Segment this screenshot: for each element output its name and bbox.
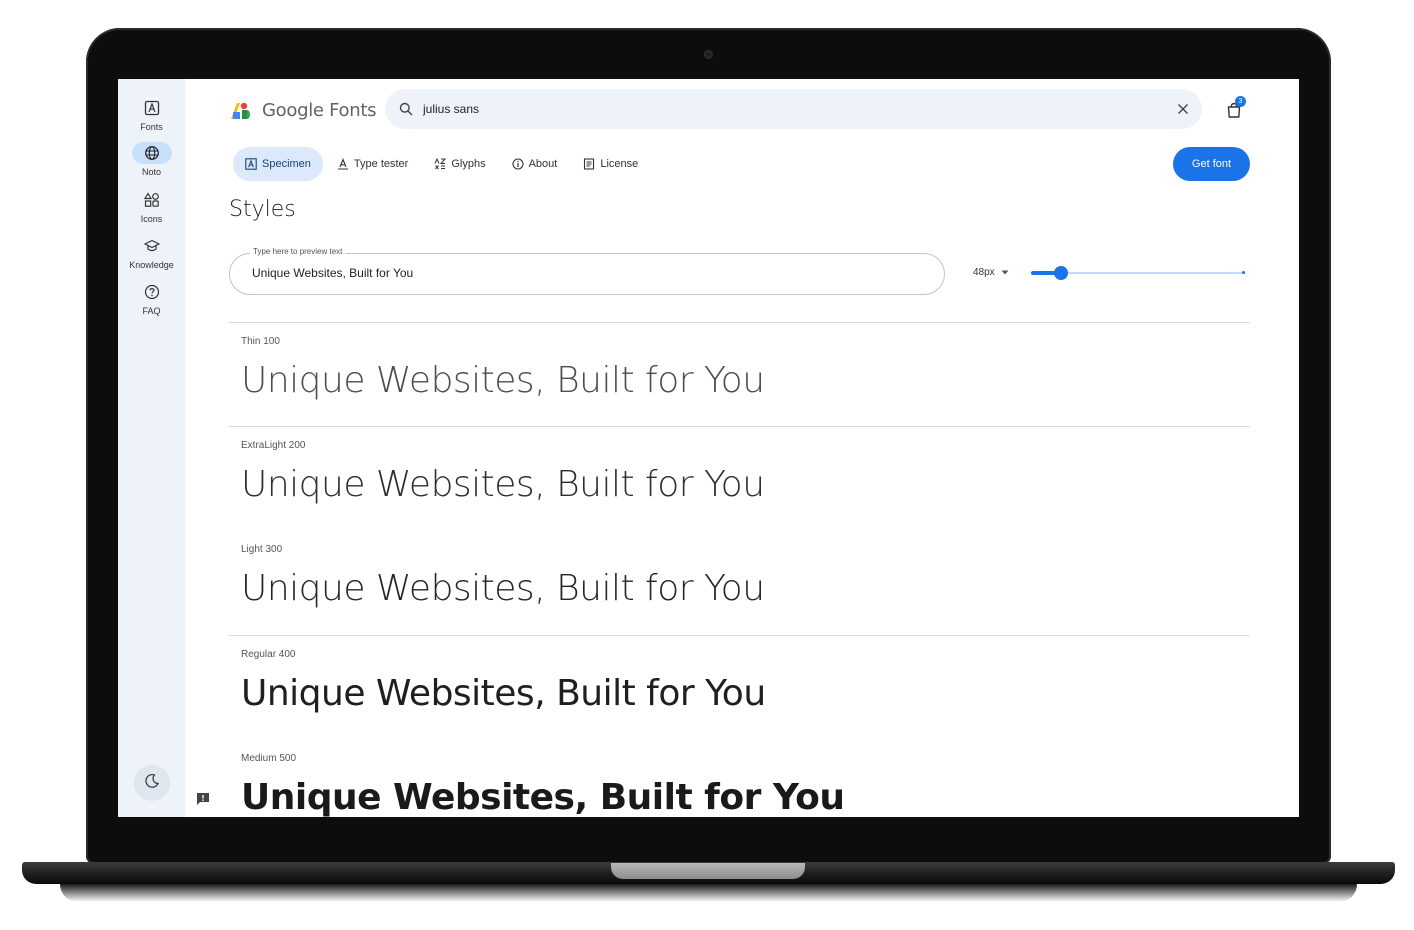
divider — [229, 635, 1250, 636]
font-sample: Unique Websites, Built for You — [241, 464, 765, 505]
tab-license[interactable]: License — [571, 147, 650, 181]
search-input[interactable] — [423, 102, 1123, 116]
cart-count-badge: 3 — [1235, 96, 1246, 107]
graduation-cap-icon — [132, 235, 172, 257]
rail-item-icons[interactable]: Icons — [118, 189, 185, 224]
rail-item-fonts[interactable]: Fonts — [118, 97, 185, 132]
logo-text: Google Fonts — [262, 100, 377, 121]
shapes-icon — [132, 189, 172, 211]
preview-text-field[interactable]: Type here to preview text — [229, 247, 945, 295]
type-tester-icon — [337, 158, 349, 170]
font-sample: Unique Websites, Built for You — [241, 360, 765, 401]
globe-icon — [131, 142, 172, 164]
rail-item-knowledge[interactable]: Knowledge — [118, 235, 185, 270]
feedback-icon — [196, 793, 210, 810]
weight-label: Light 300 — [241, 544, 283, 555]
glyphs-icon — [434, 158, 447, 170]
rail-label-icons: Icons — [140, 214, 163, 224]
slider-thumb[interactable] — [1053, 266, 1068, 280]
laptop-shadow — [60, 884, 1357, 902]
rail-label-noto: Noto — [141, 167, 161, 177]
specimen-icon — [245, 158, 257, 170]
tab-label: Glyphs — [451, 158, 486, 170]
tab-specimen[interactable]: Specimen — [233, 147, 323, 181]
font-sample: Unique Websites, Built for You — [241, 568, 765, 609]
slider-end-dot — [1242, 271, 1245, 274]
google-fonts-logo[interactable]: Google Fonts — [230, 100, 376, 121]
screen: Fonts Noto Icons Knowledge FAQ Google Fo… — [118, 79, 1299, 817]
tab-label: About — [528, 158, 558, 170]
moon-icon — [144, 773, 160, 794]
font-sample: Unique Websites, Built for You — [241, 673, 766, 714]
font-icon — [132, 97, 172, 119]
font-size-value: 48px — [973, 267, 995, 278]
side-rail: Fonts Noto Icons Knowledge FAQ — [118, 79, 185, 817]
search-bar[interactable] — [385, 89, 1202, 129]
weight-label: Regular 400 — [241, 649, 296, 660]
get-font-button[interactable]: Get font — [1173, 147, 1250, 181]
search-icon — [397, 100, 415, 118]
info-icon — [512, 158, 524, 170]
tab-glyphs[interactable]: Glyphs — [422, 147, 497, 181]
camera — [704, 50, 713, 59]
font-size-slider[interactable] — [1031, 265, 1245, 281]
rail-label-fonts: Fonts — [140, 122, 163, 132]
google-fonts-logo-icon — [231, 102, 250, 119]
rail-item-noto[interactable]: Noto — [118, 142, 185, 177]
weight-label: Thin 100 — [241, 336, 280, 347]
theme-toggle-button[interactable] — [134, 765, 170, 801]
close-icon[interactable] — [1174, 100, 1192, 118]
laptop-notch — [611, 863, 805, 879]
tab-label: License — [600, 158, 639, 170]
font-sample: Unique Websites, Built for You — [241, 777, 845, 817]
caret-down-icon — [1001, 267, 1009, 278]
rail-label-knowledge: Knowledge — [129, 260, 174, 270]
styles-heading: Styles — [229, 197, 296, 222]
weight-label: ExtraLight 200 — [241, 440, 306, 451]
divider — [229, 426, 1250, 427]
tab-label: Specimen — [262, 158, 311, 170]
tab-label: Type tester — [353, 158, 409, 170]
license-icon — [583, 158, 595, 170]
tab-about[interactable]: About — [500, 147, 570, 181]
help-icon — [132, 281, 172, 303]
rail-item-faq[interactable]: FAQ — [118, 281, 185, 316]
font-size-select[interactable]: 48px — [973, 267, 1009, 278]
feedback-button[interactable] — [196, 792, 210, 806]
preview-text-legend: Type here to preview text — [250, 247, 346, 256]
divider — [229, 322, 1250, 323]
tab-type-tester[interactable]: Type tester — [325, 147, 420, 181]
weight-label: Medium 500 — [241, 753, 297, 764]
preview-text-input[interactable] — [252, 266, 912, 280]
font-tabs: Specimen Type tester Glyphs About Licens… — [233, 147, 652, 181]
rail-label-faq: FAQ — [142, 306, 161, 316]
shopping-bag-button[interactable]: 3 — [1223, 96, 1246, 121]
